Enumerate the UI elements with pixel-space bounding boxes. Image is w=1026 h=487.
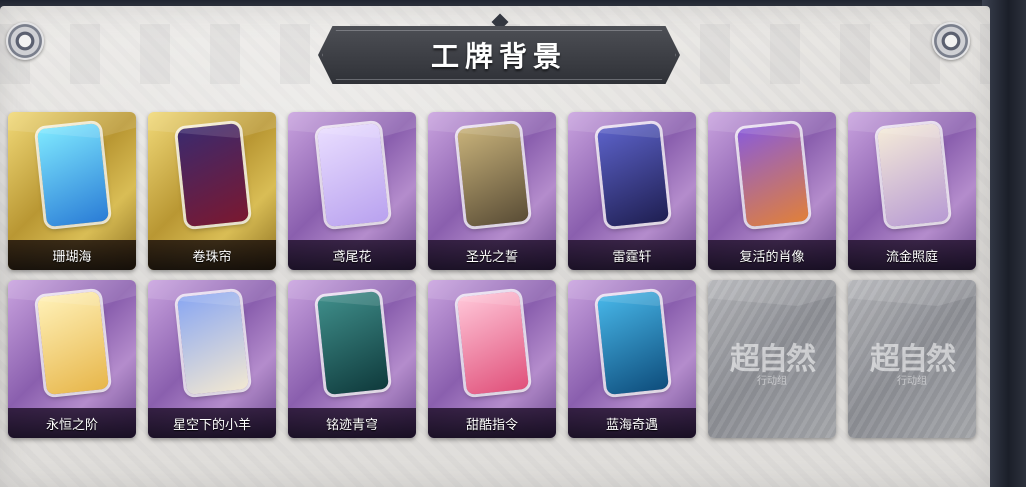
background-card[interactable]: 流金照庭 [848,112,976,270]
card-label: 铭迹青穹 [325,417,378,433]
card-artwork [457,123,529,227]
card-label-bar: 永恒之阶 [8,408,136,438]
card-label: 卷珠帘 [192,249,232,265]
card-artwork [37,291,109,395]
card-label-bar: 卷珠帘 [148,240,276,270]
background-card[interactable]: 复活的肖像 [708,112,836,270]
card-label: 珊瑚海 [52,249,92,265]
background-grid: 珊瑚海 卷珠帘 鸢尾花 圣光之誓 雷霆轩 复活的肖像 流金照庭永恒之阶 星空下的小羊 铭迹青穹 甜… [8,112,976,438]
card-label: 永恒之阶 [45,417,98,433]
background-card[interactable]: 永恒之阶 [8,280,136,438]
locked-background-card[interactable]: 超自然 行动组 [708,280,836,438]
card-artwork [37,123,109,227]
locked-watermark-sub: 行动组 [897,376,927,387]
card-label-bar: 鸢尾花 [288,240,416,270]
card-label: 雷霆轩 [612,249,652,265]
card-artwork [457,291,529,395]
locked-background-card[interactable]: 超自然 行动组 [848,280,976,438]
card-label-bar: 星空下的小羊 [148,408,276,438]
card-artwork [877,123,949,227]
background-card[interactable]: 卷珠帘 [148,112,276,270]
card-label-bar: 圣光之誓 [428,240,556,270]
card-label: 流金照庭 [885,249,938,265]
card-label-bar: 复活的肖像 [708,240,836,270]
card-artwork [177,123,249,227]
card-label-bar: 铭迹青穹 [288,408,416,438]
card-artwork [317,123,389,227]
card-label: 鸢尾花 [332,249,372,265]
card-label: 甜酷指令 [465,417,518,433]
card-label: 星空下的小羊 [172,417,251,433]
background-card[interactable]: 蓝海奇遇 [568,280,696,438]
card-label-bar: 蓝海奇遇 [568,408,696,438]
card-artwork [597,291,669,395]
card-label-bar: 甜酷指令 [428,408,556,438]
left-ornament-orb-icon [6,22,44,60]
background-card[interactable]: 鸢尾花 [288,112,416,270]
card-artwork [597,123,669,227]
background-card[interactable]: 圣光之誓 [428,112,556,270]
background-card[interactable]: 雷霆轩 [568,112,696,270]
card-label-bar: 雷霆轩 [568,240,696,270]
card-label: 圣光之誓 [465,249,518,265]
card-label-bar: 珊瑚海 [8,240,136,270]
card-label: 蓝海奇遇 [605,417,658,433]
title-plaque: 工牌背景 [318,26,680,84]
background-card[interactable]: 星空下的小羊 [148,280,276,438]
card-artwork [317,291,389,395]
background-card[interactable]: 铭迹青穹 [288,280,416,438]
background-card[interactable]: 珊瑚海 [8,112,136,270]
card-label: 复活的肖像 [739,249,805,265]
right-ornament-orb-icon [932,22,970,60]
card-artwork [737,123,809,227]
background-card[interactable]: 甜酷指令 [428,280,556,438]
locked-watermark-sub: 行动组 [757,376,787,387]
card-label-bar: 流金照庭 [848,240,976,270]
card-artwork [177,291,249,395]
page-title: 工牌背景 [430,40,567,73]
